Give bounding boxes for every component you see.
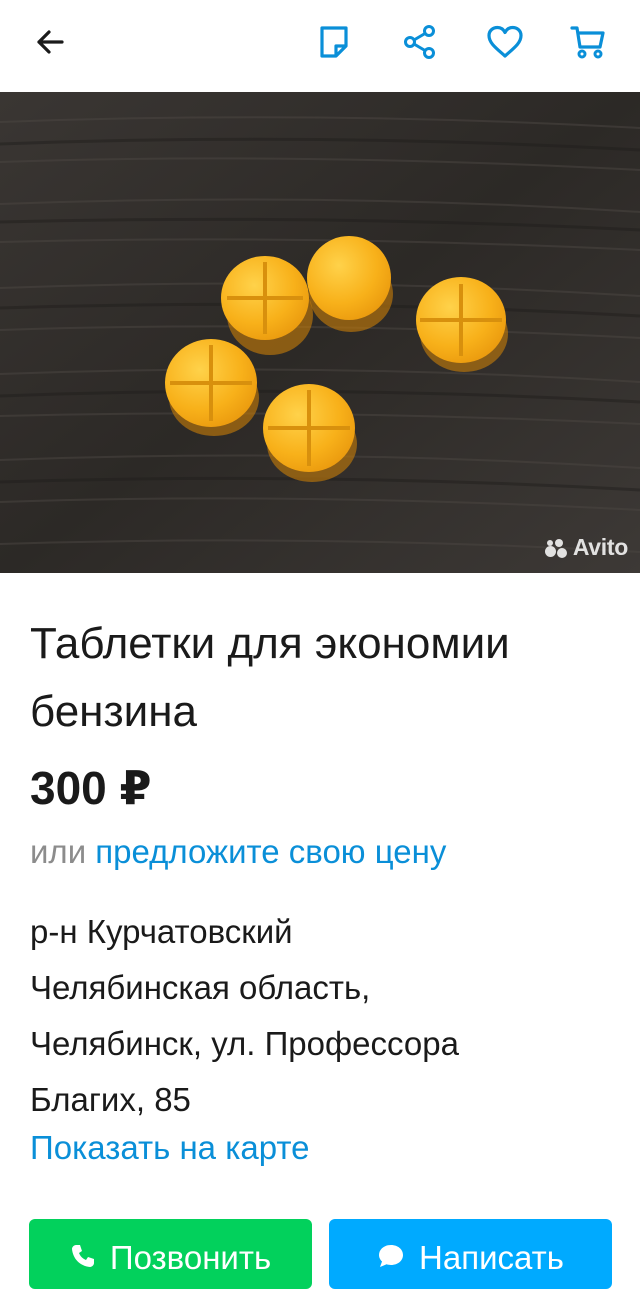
chat-bubble-icon <box>379 1245 404 1267</box>
share-icon <box>404 25 435 59</box>
address-line: Благих, 85 <box>30 1081 191 1118</box>
address-line: Челябинск, ул. Профессора <box>30 1025 459 1062</box>
share-button[interactable] <box>396 18 444 66</box>
note-icon <box>320 26 348 58</box>
heart-icon <box>487 25 523 58</box>
favorite-button[interactable] <box>481 18 529 66</box>
price-offer: или предложите свою цену <box>30 828 446 876</box>
avito-watermark: Avito <box>544 534 628 561</box>
listing-title: Таблетки для экономии бензина <box>30 619 510 736</box>
write-button[interactable]: Написать <box>329 1219 612 1289</box>
listing-address: р-н Курчатовский Челябинская область, Че… <box>30 904 610 1128</box>
call-button[interactable]: Позвонить <box>29 1219 312 1289</box>
address-line: Челябинская область, <box>30 969 371 1006</box>
watermark-text: Avito <box>572 534 628 560</box>
call-button-label: Позвонить <box>109 1239 272 1276</box>
arrow-left-icon <box>37 30 64 54</box>
write-button-label: Написать <box>419 1239 564 1276</box>
photo-image <box>0 92 640 573</box>
listing-photo[interactable]: Avito <box>0 92 640 573</box>
address-line: р-н Курчатовский <box>30 913 293 950</box>
show-on-map-link[interactable]: Показать на карте <box>30 1124 309 1172</box>
listing-price: 300 ₽ <box>30 762 152 814</box>
offer-price-link[interactable]: предложите свою цену <box>95 833 446 870</box>
phone-icon <box>71 1245 94 1267</box>
cart-icon <box>570 26 605 59</box>
cart-button[interactable] <box>564 18 612 66</box>
back-button[interactable] <box>26 18 74 66</box>
top-bar <box>0 0 640 92</box>
avito-logo-icon <box>544 538 569 558</box>
note-button[interactable] <box>310 18 358 66</box>
offer-prefix: или <box>30 833 87 870</box>
